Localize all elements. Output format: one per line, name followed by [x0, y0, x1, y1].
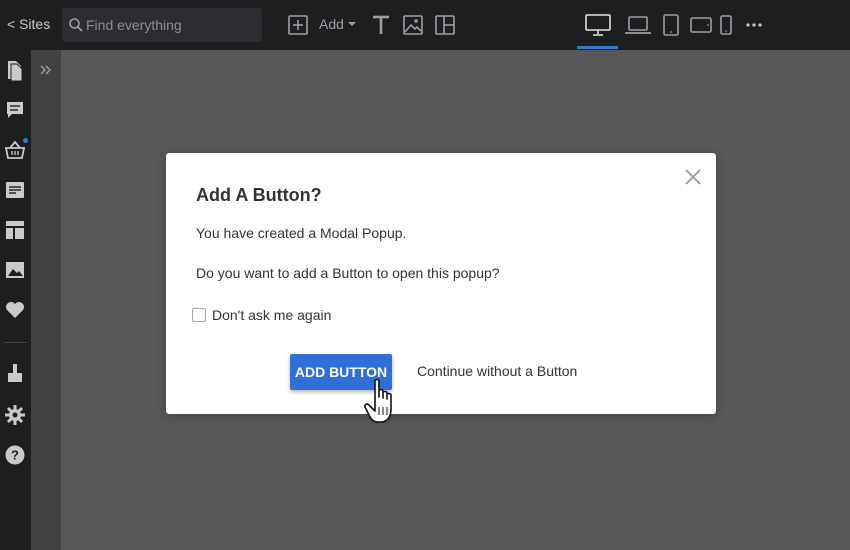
gear-icon[interactable] [4, 404, 26, 426]
search-box[interactable] [62, 8, 262, 42]
image-icon[interactable] [4, 259, 26, 281]
more-icon[interactable] [744, 13, 764, 37]
collapsed-panel [31, 50, 61, 550]
pages-icon[interactable] [4, 59, 26, 81]
add-menu-button[interactable]: Add [319, 16, 344, 32]
brush-icon[interactable] [4, 362, 26, 384]
close-icon[interactable] [683, 167, 703, 187]
layout-icon[interactable] [4, 219, 26, 241]
dont-ask-again-checkbox[interactable] [192, 308, 206, 322]
chat-icon[interactable] [4, 99, 26, 121]
layout-icon[interactable] [433, 13, 457, 37]
active-device-indicator [577, 46, 618, 49]
tablet-portrait-icon[interactable] [662, 13, 680, 37]
help-icon[interactable]: ? [4, 444, 26, 466]
sites-back-link[interactable]: < Sites [7, 16, 50, 32]
modal-title: Add A Button? [196, 185, 322, 205]
svg-text:?: ? [11, 448, 19, 463]
search-input[interactable] [86, 14, 256, 36]
image-icon[interactable] [401, 13, 425, 37]
add-element-icon[interactable] [286, 13, 310, 37]
dont-ask-again-label: Don't ask me again [212, 307, 332, 323]
mobile-icon[interactable] [719, 13, 733, 37]
blog-icon[interactable] [4, 179, 26, 201]
notification-dot [23, 138, 28, 143]
hand-cursor-icon [364, 378, 392, 423]
tablet-landscape-icon[interactable] [689, 13, 713, 37]
search-icon [69, 18, 83, 32]
text-icon[interactable] [369, 13, 393, 37]
rail-divider [4, 342, 27, 343]
add-button-modal: Add A Button? You have created a Modal P… [166, 153, 716, 414]
chevron-down-icon [348, 22, 356, 26]
expand-panel-icon[interactable] [38, 62, 54, 78]
left-rail: ? [0, 50, 31, 550]
store-icon[interactable] [4, 139, 26, 161]
heart-icon[interactable] [4, 299, 26, 321]
laptop-icon[interactable] [624, 13, 652, 37]
modal-question: Do you want to add a Button to open this… [196, 265, 500, 281]
modal-message: You have created a Modal Popup. [196, 225, 407, 241]
continue-without-button-link[interactable]: Continue without a Button [417, 363, 577, 379]
top-bar: < Sites Add [0, 0, 850, 50]
desktop-icon[interactable] [585, 13, 611, 37]
